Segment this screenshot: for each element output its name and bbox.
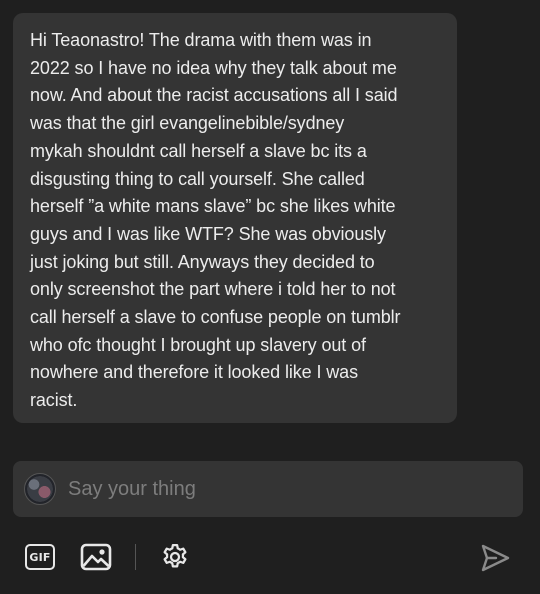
gif-icon: GIF [25,544,55,570]
send-icon [481,544,510,572]
gif-button[interactable]: GIF [24,542,56,572]
image-button[interactable] [79,542,113,572]
message-text: Hi Teaonastro! The drama with them was i… [30,30,401,411]
message-composer[interactable] [13,461,523,517]
gif-label: GIF [29,550,51,564]
settings-button[interactable] [159,541,191,573]
message-bubble: Hi Teaonastro! The drama with them was i… [13,13,457,423]
gear-icon [163,544,187,568]
avatar [24,473,56,505]
toolbar-divider [135,544,136,570]
chat-window: Hi Teaonastro! The drama with them was i… [0,0,540,594]
message-input[interactable] [68,475,498,503]
composer-toolbar: GIF [0,537,540,577]
send-button[interactable] [478,542,512,574]
image-icon [80,543,112,571]
